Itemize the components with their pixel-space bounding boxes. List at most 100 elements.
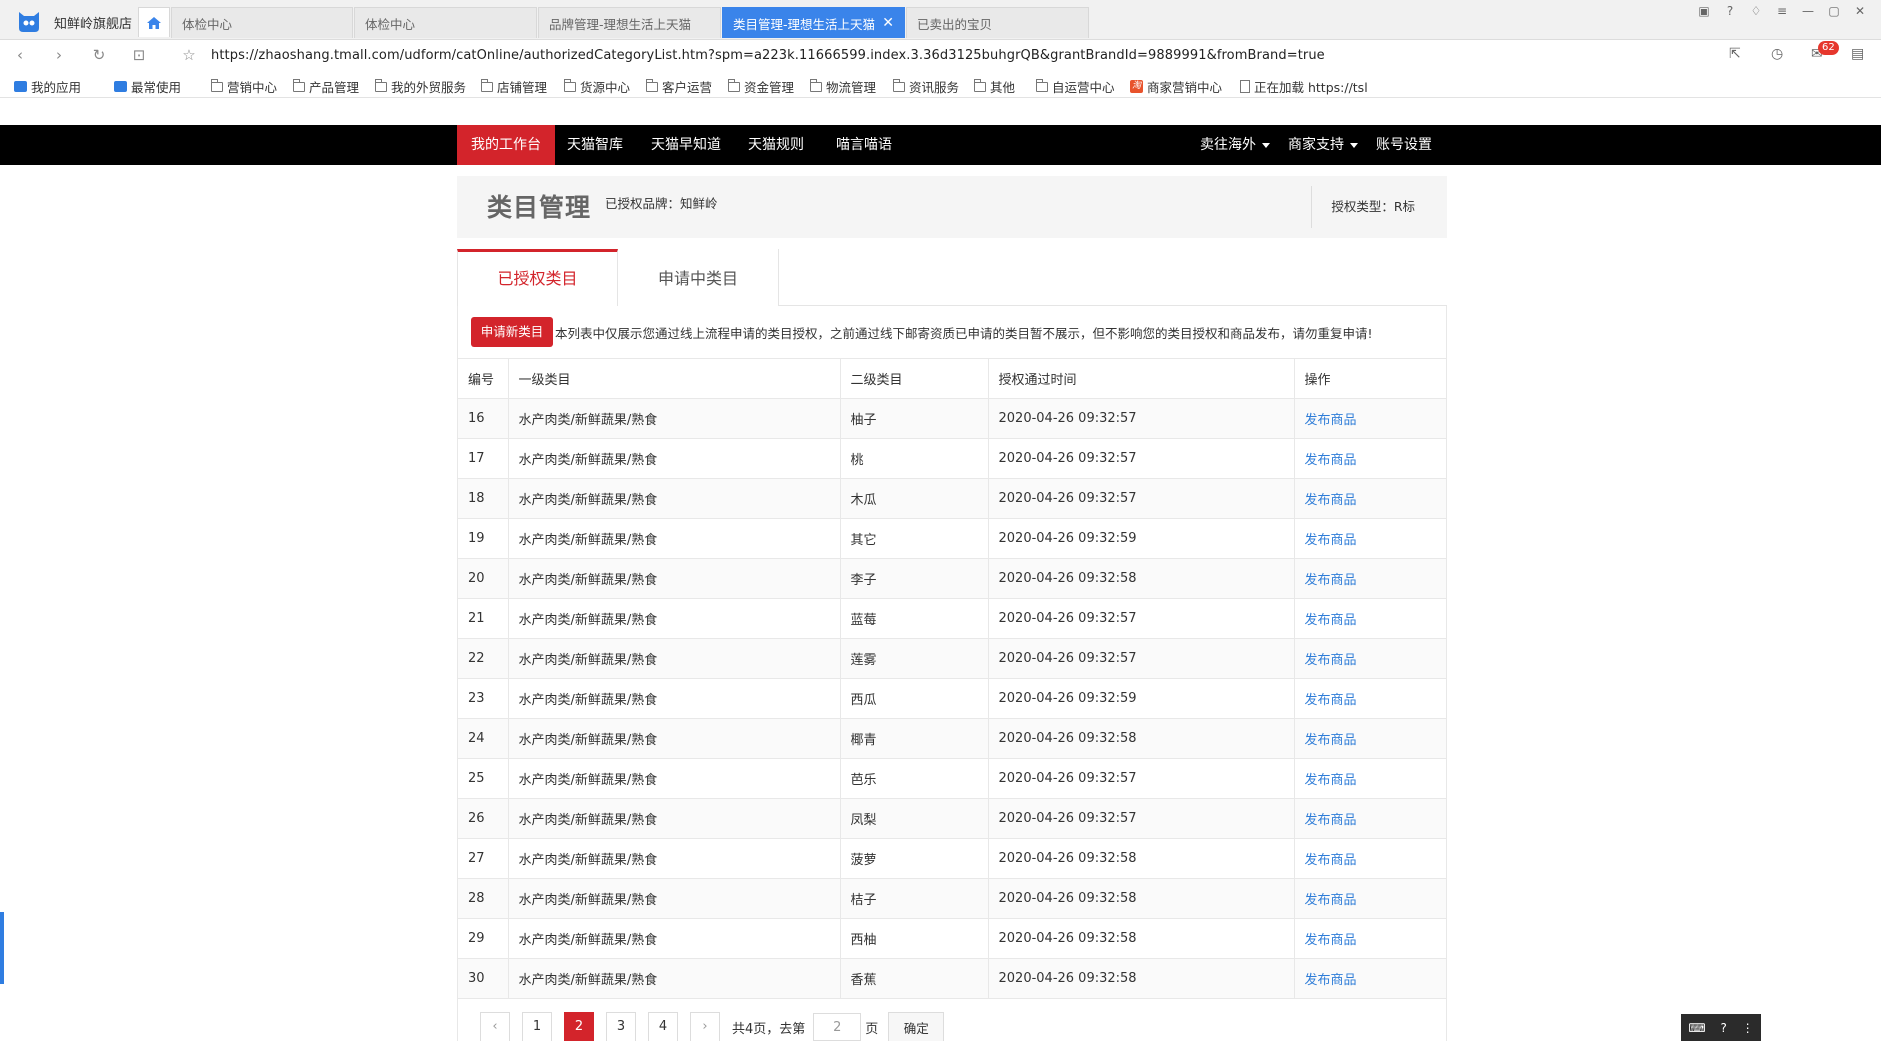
table-row: 18 水产肉类/新鲜蔬果/熟食 木瓜 2020-04-26 09:32:57 发布商品 [458, 478, 1446, 519]
publish-product-link[interactable]: 发布商品 [1294, 478, 1446, 519]
goto-page-input[interactable] [813, 1013, 862, 1041]
publish-product-link[interactable]: 发布商品 [1294, 798, 1446, 839]
browser-tab[interactable]: 体检中心 [354, 7, 537, 38]
home-tab[interactable] [138, 7, 170, 37]
cell-authorized-time: 2020-04-26 09:32:58 [988, 558, 1295, 599]
minimize-icon[interactable]: — [1797, 3, 1819, 19]
column-header: 操作 [1294, 358, 1446, 399]
nav-merchant-support[interactable]: 商家支持 [1288, 125, 1358, 165]
bookmark-item[interactable]: 营销中心 [211, 77, 277, 96]
reader-icon[interactable]: ⊡ [130, 46, 148, 64]
table-row: 27 水产肉类/新鲜蔬果/熟食 菠萝 2020-04-26 09:32:58 发布商品 [458, 838, 1446, 879]
reload-icon[interactable]: ↻ [90, 46, 108, 64]
cell-category-level1: 水产肉类/新鲜蔬果/熟食 [508, 598, 841, 639]
nav-sell-overseas[interactable]: 卖往海外 [1200, 125, 1270, 165]
bookmark-item[interactable]: 店铺管理 [481, 77, 547, 96]
cell-category-level1: 水产肉类/新鲜蔬果/熟食 [508, 558, 841, 599]
help-icon[interactable]: ? [1720, 1021, 1726, 1035]
home-icon [147, 16, 161, 29]
nav-workbench[interactable]: 我的工作台 [457, 125, 555, 165]
publish-product-link[interactable]: 发布商品 [1294, 518, 1446, 559]
open-external-icon[interactable]: ⇱ [1729, 46, 1741, 62]
browser-tab[interactable]: 品牌管理-理想生活上天猫 [538, 7, 721, 38]
url-field[interactable]: https://zhaoshang.tmall.com/udform/catOn… [211, 48, 1325, 63]
publish-product-link[interactable]: 发布商品 [1294, 718, 1446, 759]
forward-icon[interactable]: › [50, 46, 68, 64]
browser-tab-active[interactable]: 类目管理-理想生活上天猫 ✕ [722, 7, 905, 38]
goto-page-confirm-button[interactable]: 确定 [888, 1012, 945, 1041]
keyboard-icon[interactable]: ⌨ [1688, 1021, 1705, 1035]
apply-new-category-button[interactable]: 申请新类目 [471, 317, 553, 347]
bookmark-star-icon[interactable]: ☆ [180, 46, 198, 64]
publish-product-link[interactable]: 发布商品 [1294, 638, 1446, 679]
bookmark-item[interactable]: 正在加载 https://tsl [1240, 77, 1368, 96]
page-button[interactable]: 3 [606, 1012, 636, 1041]
back-icon[interactable]: ‹ [11, 46, 29, 64]
publish-product-link[interactable]: 发布商品 [1294, 958, 1446, 999]
bookmark-item[interactable]: 客户运营 [646, 77, 712, 96]
publish-product-link[interactable]: 发布商品 [1294, 878, 1446, 919]
bookmark-item[interactable]: 我的外贸服务 [375, 77, 466, 96]
extensions-icon[interactable]: ▤ [1851, 46, 1864, 62]
publish-product-link[interactable]: 发布商品 [1294, 398, 1446, 439]
menu-icon[interactable]: ≡ [1771, 3, 1793, 19]
next-page-icon[interactable]: › [690, 1012, 720, 1041]
bookmark-item[interactable]: 货源中心 [564, 77, 630, 96]
tray-menu-icon[interactable]: ⋮ [1742, 1021, 1754, 1035]
close-tab-icon[interactable]: ✕ [882, 15, 894, 31]
cell-category-level2: 香蕉 [840, 958, 989, 999]
publish-product-link[interactable]: 发布商品 [1294, 838, 1446, 879]
close-window-icon[interactable]: ✕ [1849, 3, 1871, 19]
nav-miao-talk[interactable]: 喵言喵语 [836, 125, 892, 165]
bookmark-item[interactable]: 我的应用 [14, 77, 81, 96]
table-row: 17 水产肉类/新鲜蔬果/熟食桃 2020-04-26 09:32:57 发布商品 [458, 438, 1446, 479]
nav-tmall-rules[interactable]: 天猫规则 [748, 125, 804, 165]
cell-id: 22 [458, 638, 509, 679]
cell-authorized-time: 2020-04-26 09:32:57 [988, 638, 1295, 679]
bookmark-item[interactable]: 资金管理 [728, 77, 794, 96]
nav-tmall-early-news[interactable]: 天猫早知道 [651, 125, 721, 165]
cell-authorized-time: 2020-04-26 09:32:57 [988, 398, 1295, 439]
pin-icon[interactable]: ▣ [1693, 3, 1715, 19]
cell-authorized-time: 2020-04-26 09:32:58 [988, 878, 1295, 919]
column-header: 二级类目 [840, 358, 989, 399]
bookmark-item[interactable]: 自运营中心 [1036, 77, 1115, 96]
store-logo-icon [19, 12, 39, 32]
tab-applying-categories[interactable]: 申请中类目 [618, 249, 779, 306]
maximize-icon[interactable]: ▢ [1823, 3, 1845, 19]
page-button[interactable]: 1 [522, 1012, 552, 1041]
nav-account-settings[interactable]: 账号设置 [1376, 125, 1432, 165]
page-button-current[interactable]: 2 [564, 1012, 594, 1041]
tab-authorized-categories[interactable]: 已授权类目 [457, 249, 618, 306]
publish-product-link[interactable]: 发布商品 [1294, 758, 1446, 799]
bookmark-item[interactable]: 资讯服务 [893, 77, 959, 96]
help-icon[interactable]: ? [1719, 3, 1741, 19]
browser-tab[interactable]: 体检中心 [171, 7, 353, 38]
table-row: 24 水产肉类/新鲜蔬果/熟食 椰青 2020-04-26 09:32:58 发布商品 [458, 718, 1446, 759]
cell-id: 17 [458, 438, 509, 479]
prev-page-icon[interactable]: ‹ [480, 1012, 510, 1041]
side-widget[interactable] [0, 912, 4, 984]
publish-product-link[interactable]: 发布商品 [1294, 918, 1446, 959]
nav-tmall-think-tank[interactable]: 天猫智库 [567, 125, 623, 165]
cell-category-level2: 莲雾 [840, 638, 989, 679]
bookmark-item[interactable]: 淘商家营销中心 [1130, 77, 1222, 96]
publish-product-link[interactable]: 发布商品 [1294, 438, 1446, 479]
history-icon[interactable]: ◷ [1771, 46, 1783, 62]
app-icon [14, 81, 27, 92]
bookmark-item[interactable]: 其他 [974, 77, 1015, 96]
publish-product-link[interactable]: 发布商品 [1294, 678, 1446, 719]
site-nav: 我的工作台 天猫智库 天猫早知道 天猫规则 喵言喵语 卖往海外 商家支持 账号设… [0, 125, 1881, 165]
bookmarks-bar: 我的应用 最常使用 营销中心 产品管理 我的外贸服务 店铺管理 货源中心 客户运… [0, 72, 1881, 98]
publish-product-link[interactable]: 发布商品 [1294, 558, 1446, 599]
cell-category-level2: 西瓜 [840, 678, 989, 719]
bookmark-item[interactable]: 产品管理 [293, 77, 359, 96]
skin-icon[interactable]: ♢ [1745, 3, 1767, 19]
bookmark-item[interactable]: 物流管理 [810, 77, 876, 96]
page-button[interactable]: 4 [648, 1012, 678, 1041]
bookmark-item[interactable]: 最常使用 [114, 77, 181, 96]
cell-id: 27 [458, 838, 509, 879]
publish-product-link[interactable]: 发布商品 [1294, 598, 1446, 639]
browser-tab[interactable]: 已卖出的宝贝 [906, 7, 1089, 38]
folder-icon [974, 78, 986, 92]
